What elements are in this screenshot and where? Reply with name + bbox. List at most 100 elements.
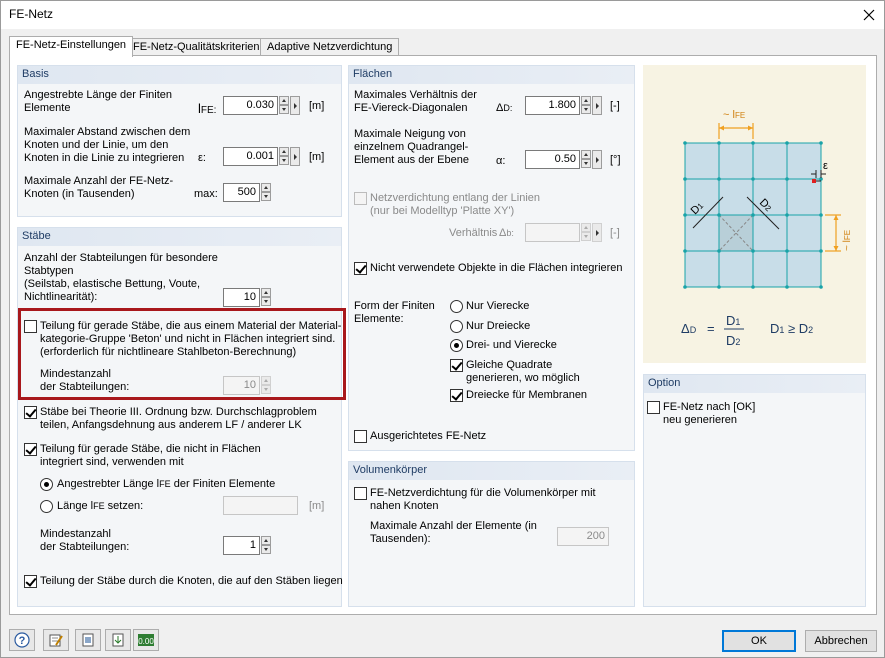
ratio-arrow-right[interactable] xyxy=(592,96,602,115)
close-icon[interactable] xyxy=(854,1,884,29)
volumen-max-field[interactable]: 200 xyxy=(557,527,609,546)
unused-objects-label: Nicht verwendete Objekte in die Flächen … xyxy=(370,262,623,274)
div-updown[interactable] xyxy=(261,288,271,307)
formula-numerator: D1 xyxy=(726,313,740,328)
volumen-max-input[interactable]: 200 xyxy=(557,527,609,546)
knoten-checkbox[interactable] xyxy=(24,575,37,588)
ratio-stepper[interactable]: 1.800 xyxy=(525,96,602,115)
nur-dreiecke-radio[interactable] xyxy=(450,320,463,333)
length-stepper[interactable]: 0.030 xyxy=(223,96,300,115)
nodes-stepper[interactable]: 500 xyxy=(223,183,271,202)
min-updown[interactable] xyxy=(261,536,271,555)
edit-button[interactable] xyxy=(43,629,69,651)
dist-input[interactable]: 0.001 xyxy=(223,147,278,166)
theorie-label: Stäbe bei Theorie III. Ordnung bzw. Durc… xyxy=(40,406,317,418)
verdichtung-checkbox[interactable] xyxy=(354,192,367,205)
units-icon: 0.00 xyxy=(138,634,154,646)
nodes-input[interactable]: 500 xyxy=(223,183,260,202)
ratio-label: Maximales Verhältnis der xyxy=(354,89,477,101)
dist-label-2: Knoten und der Linie, um den xyxy=(24,139,169,151)
tilt-arrow-right[interactable] xyxy=(592,150,602,169)
export-button[interactable] xyxy=(105,629,131,651)
highlight-box xyxy=(18,308,346,400)
unused-objects-checkbox[interactable] xyxy=(354,262,367,275)
tilt-input[interactable]: 0.50 xyxy=(525,150,580,169)
angestrebt-radio[interactable] xyxy=(40,478,53,491)
volumen-label-2: nahen Knoten xyxy=(370,500,439,512)
tilt-stepper[interactable]: 0.50 xyxy=(525,150,602,169)
min-stepper[interactable]: 1 xyxy=(223,536,271,555)
theorie-label-2: teilen, Anfangsdehnung aus anderem LF / … xyxy=(40,419,302,431)
tab-qualitaetskriterien[interactable]: FE-Netz-Qualitätskriterien xyxy=(126,38,267,56)
laenge-setzen-radio[interactable] xyxy=(40,500,53,513)
tilt-label-3: Element aus der Ebene xyxy=(354,154,469,166)
ratio-input[interactable]: 1.800 xyxy=(525,96,580,115)
nodes-symbol: max: xyxy=(194,188,218,200)
ausgerichtet-label: Ausgerichtetes FE-Netz xyxy=(370,430,487,442)
tilt-updown[interactable] xyxy=(581,150,591,169)
ok-button[interactable]: OK xyxy=(722,630,796,652)
cancel-button[interactable]: Abbrechen xyxy=(805,630,877,652)
formula-equals: = xyxy=(707,321,715,336)
import-button[interactable] xyxy=(75,629,101,651)
volumen-checkbox[interactable] xyxy=(354,487,367,500)
length-arrow-right[interactable] xyxy=(290,96,300,115)
length-input[interactable]: 0.030 xyxy=(223,96,278,115)
export-icon xyxy=(112,633,124,647)
verd-ratio-symbol: Δb: xyxy=(499,227,514,239)
tab-adaptive-netzverdichtung[interactable]: Adaptive Netzverdichtung xyxy=(260,38,400,56)
verd-ratio-input[interactable] xyxy=(525,223,580,242)
laenge-setzen-input[interactable] xyxy=(223,496,298,515)
nur-vierecke-radio[interactable] xyxy=(450,300,463,313)
gleiche-quadrate-checkbox[interactable] xyxy=(450,359,463,372)
gerade-checkbox[interactable] xyxy=(24,443,37,456)
dreiecke-membranen-label: Dreiecke für Membranen xyxy=(466,389,588,401)
units-button[interactable]: 0.00 xyxy=(133,629,159,651)
nodes-label-2: Knoten (in Tausenden) xyxy=(24,188,135,200)
regenerate-checkbox[interactable] xyxy=(647,401,660,414)
mesh-diagram: D1 D2 ~ lFE ~ lFE ε ΔD = D1 D2 D1 ≥ D2 xyxy=(681,109,853,348)
gerade-label: Teilung für gerade Stäbe, die nicht in F… xyxy=(40,443,261,455)
theorie-checkbox[interactable] xyxy=(24,406,37,419)
div-label-3: (Seilstab, elastische Bettung, Voute, xyxy=(24,278,201,290)
ratio-label-2: FE-Viereck-Diagonalen xyxy=(354,102,468,114)
lfe-label-vertical: ~ lFE xyxy=(842,230,853,251)
nodes-updown[interactable] xyxy=(261,183,271,202)
verd-ratio-arrow-right[interactable] xyxy=(592,223,602,242)
div-label-4: Nichtlinearität): xyxy=(24,291,98,303)
formula-lhs: ΔD xyxy=(681,321,697,336)
dist-arrow-right[interactable] xyxy=(290,147,300,166)
dist-label-3: Knoten in die Linie zu integrieren xyxy=(24,152,185,164)
laenge-setzen-label: Länge lFE setzen: xyxy=(57,500,144,512)
laenge-setzen-field[interactable] xyxy=(223,496,298,515)
basis-header: Basis xyxy=(18,66,341,84)
dist-stepper[interactable]: 0.001 xyxy=(223,147,300,166)
dreiecke-membranen-checkbox[interactable] xyxy=(450,389,463,402)
gleiche-quadrate-label: Gleiche Quadrate xyxy=(466,359,553,371)
length-updown[interactable] xyxy=(279,96,289,115)
staebe-group: Stäbe Anzahl der Stabteilungen für beson… xyxy=(17,227,343,607)
div-input[interactable]: 10 xyxy=(223,288,260,307)
ratio-updown[interactable] xyxy=(581,96,591,115)
edit-icon xyxy=(49,634,63,647)
ausgerichtet-checkbox[interactable] xyxy=(354,430,367,443)
volumen-max-label: Maximale Anzahl der Elemente (in xyxy=(370,520,537,532)
help-icon: ? xyxy=(14,632,30,648)
volumen-group: Volumenkörper FE-Netzverdichtung für die… xyxy=(348,461,635,607)
verd-ratio-updown[interactable] xyxy=(581,223,591,242)
svg-text:?: ? xyxy=(19,635,26,647)
drei-und-vierecke-label: Drei- und Vierecke xyxy=(466,339,557,351)
div-stepper[interactable]: 10 xyxy=(223,288,271,307)
tab-fe-netz-einstellungen[interactable]: FE-Netz-Einstellungen xyxy=(9,36,134,57)
length-label-2: Elemente xyxy=(24,102,71,114)
help-button[interactable]: ? xyxy=(9,629,35,651)
min-input[interactable]: 1 xyxy=(223,536,260,555)
nur-dreiecke-label: Nur Dreiecke xyxy=(466,320,531,332)
drei-und-vierecke-radio[interactable] xyxy=(450,339,463,352)
ratio-unit: [-] xyxy=(610,100,620,112)
verd-ratio-stepper[interactable] xyxy=(525,223,602,242)
dist-updown[interactable] xyxy=(279,147,289,166)
fe-netz-dialog: FE-Netz FE-Netz-Einstellungen FE-Netz-Qu… xyxy=(0,0,885,658)
volumen-label: FE-Netzverdichtung für die Volumenkörper… xyxy=(370,487,596,499)
tilt-label: Maximale Neigung von xyxy=(354,128,466,140)
